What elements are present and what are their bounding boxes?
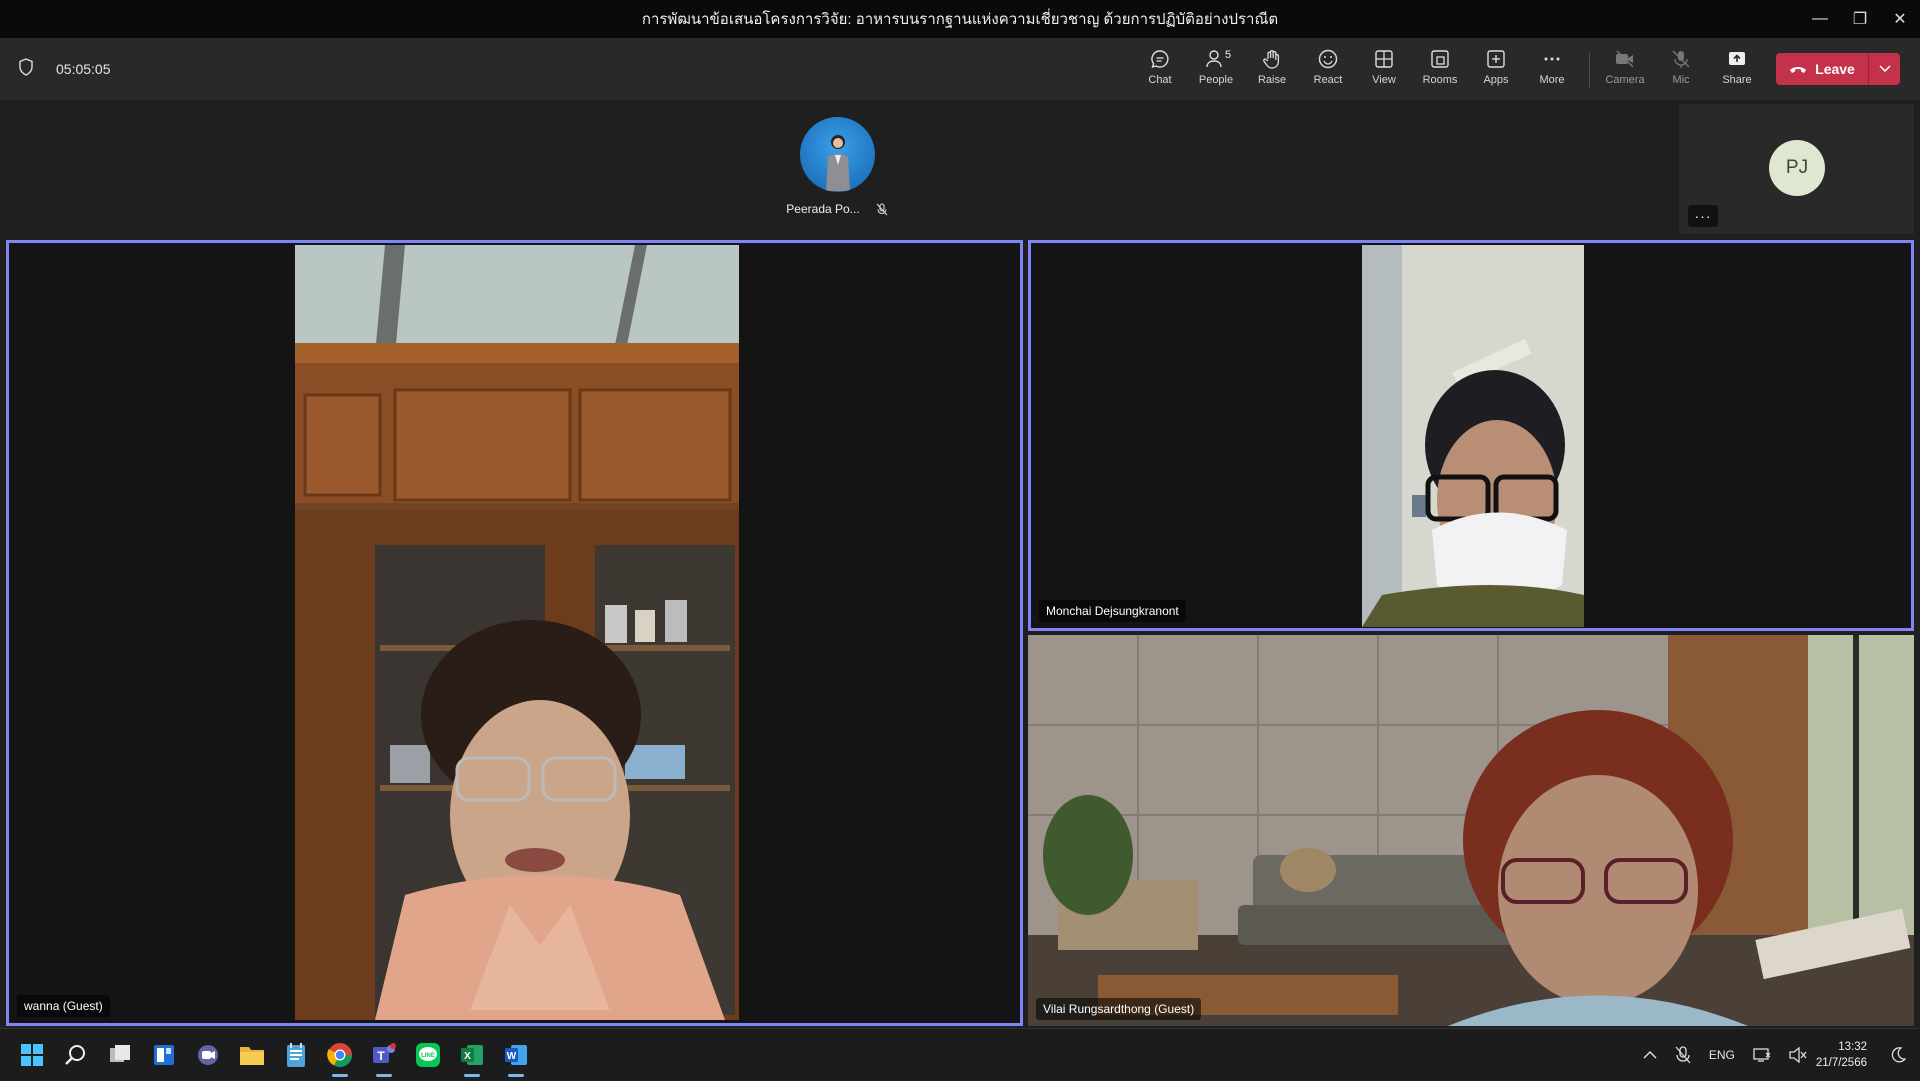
video-frame-icon (1362, 245, 1584, 627)
svg-text:W: W (507, 1051, 517, 1062)
share-label: Share (1722, 74, 1752, 86)
more-label: More (1539, 74, 1565, 86)
apps-icon (1487, 50, 1505, 68)
leave-options-button[interactable] (1868, 53, 1900, 85)
mic-button[interactable]: Mic (1653, 48, 1709, 94)
svg-text:X: X (464, 1051, 471, 1062)
video-tile-wanna[interactable]: wanna (Guest) (6, 240, 1023, 1026)
windows-start-icon[interactable] (16, 1039, 48, 1071)
ellipsis-icon (1544, 57, 1560, 61)
chat-button[interactable]: Chat (1132, 48, 1188, 94)
file-explorer-icon[interactable] (236, 1039, 268, 1071)
people-label: People (1198, 74, 1234, 86)
notepad-icon[interactable] (280, 1039, 312, 1071)
react-button[interactable]: React (1300, 48, 1356, 94)
minimize-button[interactable]: — (1800, 0, 1840, 38)
participant-name-label: wanna (Guest) (17, 995, 110, 1017)
share-button[interactable]: Share (1709, 48, 1765, 94)
language-indicator[interactable]: ENG (1709, 1048, 1735, 1062)
word-icon[interactable]: W (500, 1039, 532, 1077)
search-icon[interactable] (60, 1039, 92, 1071)
participant-name-label: Vilai Rungsardthong (Guest) (1036, 998, 1202, 1020)
more-button[interactable]: More (1524, 48, 1580, 94)
widgets-icon[interactable] (148, 1039, 180, 1071)
phone-hangup-icon (1790, 67, 1807, 73)
restore-button[interactable]: ❐ (1840, 0, 1880, 38)
chevron-down-icon (1878, 65, 1891, 73)
mic-off-icon (1672, 50, 1690, 68)
leave-button[interactable]: Leave (1776, 53, 1868, 85)
toolbar-divider (1589, 52, 1590, 88)
people-icon (1206, 50, 1222, 68)
video-tile-vilai[interactable]: Vilai Rungsardthong (Guest) (1028, 635, 1914, 1026)
chat-icon (1151, 50, 1169, 69)
participant-video (1362, 245, 1584, 627)
view-label: View (1372, 74, 1396, 86)
avatar-initials: PJ (1769, 140, 1825, 196)
avatar (799, 117, 875, 192)
svg-text:T: T (377, 1049, 385, 1063)
chevron-up-icon[interactable] (1643, 1050, 1657, 1060)
participant-name-label: Monchai Dejsungkranont (1039, 600, 1186, 622)
taskbar-clock[interactable]: 13:32 21/7/2566 (1816, 1039, 1867, 1071)
shield-icon (18, 57, 34, 81)
meeting-stage: Peerada Po... PJ ··· wanna (Guest) Monch… (0, 100, 1920, 1028)
mic-label: Mic (1672, 74, 1690, 86)
raise-label: Raise (1257, 74, 1287, 86)
camera-off-icon (1616, 50, 1634, 68)
window-title: การพัฒนาข้อเสนอโครงการวิจัย: อาหารบนรากฐ… (641, 11, 1279, 28)
task-view-icon[interactable] (104, 1039, 136, 1071)
close-button[interactable]: ✕ (1880, 0, 1920, 38)
camera-label: Camera (1605, 74, 1645, 86)
chat-label: Chat (1148, 74, 1172, 86)
leave-label: Leave (1815, 61, 1855, 77)
mic-muted-icon (876, 202, 888, 215)
excel-icon[interactable]: X (456, 1039, 488, 1077)
chrome-icon[interactable] (324, 1039, 356, 1077)
teams-chat-icon[interactable] (192, 1039, 224, 1071)
hand-icon (1263, 50, 1280, 69)
overflow-participants-tile[interactable]: PJ ··· (1679, 104, 1914, 234)
participant-video (295, 245, 739, 1020)
more-participants-button[interactable]: ··· (1688, 205, 1718, 227)
window-titlebar: การพัฒนาข้อเสนอโครงการวิจัย: อาหารบนรากฐ… (0, 0, 1920, 38)
share-icon (1729, 52, 1745, 65)
apps-button[interactable]: Apps (1468, 48, 1524, 94)
volume-muted-icon[interactable] (1789, 1047, 1807, 1063)
windows-taskbar: T LINE X W ENG 13:32 21/7/2566 (0, 1028, 1920, 1080)
leave-button-group: Leave (1776, 53, 1900, 85)
mic-off-icon[interactable] (1675, 1046, 1691, 1064)
apps-label: Apps (1483, 74, 1509, 86)
person-photo-icon (825, 135, 850, 191)
presenter-name: Peerada Po... (786, 202, 860, 216)
rooms-label: Rooms (1422, 74, 1458, 86)
line-icon[interactable]: LINE (412, 1039, 444, 1071)
meeting-timer: 05:05:05 (56, 61, 111, 77)
window-controls: — ❐ ✕ (1800, 0, 1920, 38)
network-icon[interactable] (1753, 1047, 1771, 1063)
view-button[interactable]: View (1356, 48, 1412, 94)
presenter-participant[interactable]: Peerada Po... (785, 117, 889, 216)
video-frame-icon (295, 245, 739, 1020)
clock-time: 13:32 (1838, 1041, 1867, 1053)
moon-icon[interactable] (1890, 1047, 1906, 1063)
react-label: React (1313, 74, 1343, 86)
rooms-icon (1431, 50, 1449, 68)
video-frame-icon (1028, 635, 1914, 1026)
camera-button[interactable]: Camera (1597, 48, 1653, 94)
smiley-icon (1318, 49, 1338, 69)
grid-icon (1375, 50, 1393, 68)
people-button[interactable]: 5 People (1188, 48, 1244, 94)
clock-date: 21/7/2566 (1815, 1057, 1867, 1069)
svg-text:LINE: LINE (421, 1053, 435, 1059)
people-count-badge: 5 (1225, 49, 1232, 61)
participant-video (1028, 635, 1914, 1026)
teams-icon[interactable]: T (368, 1039, 400, 1077)
meeting-toolbar: 05:05:05 Chat 5 People Raise React View … (0, 38, 1920, 100)
rooms-button[interactable]: Rooms (1412, 48, 1468, 94)
raise-hand-button[interactable]: Raise (1244, 48, 1300, 94)
system-tray: ENG 13:32 21/7/2566 (1634, 1029, 1920, 1081)
video-tile-monchai[interactable]: Monchai Dejsungkranont (1028, 240, 1914, 631)
